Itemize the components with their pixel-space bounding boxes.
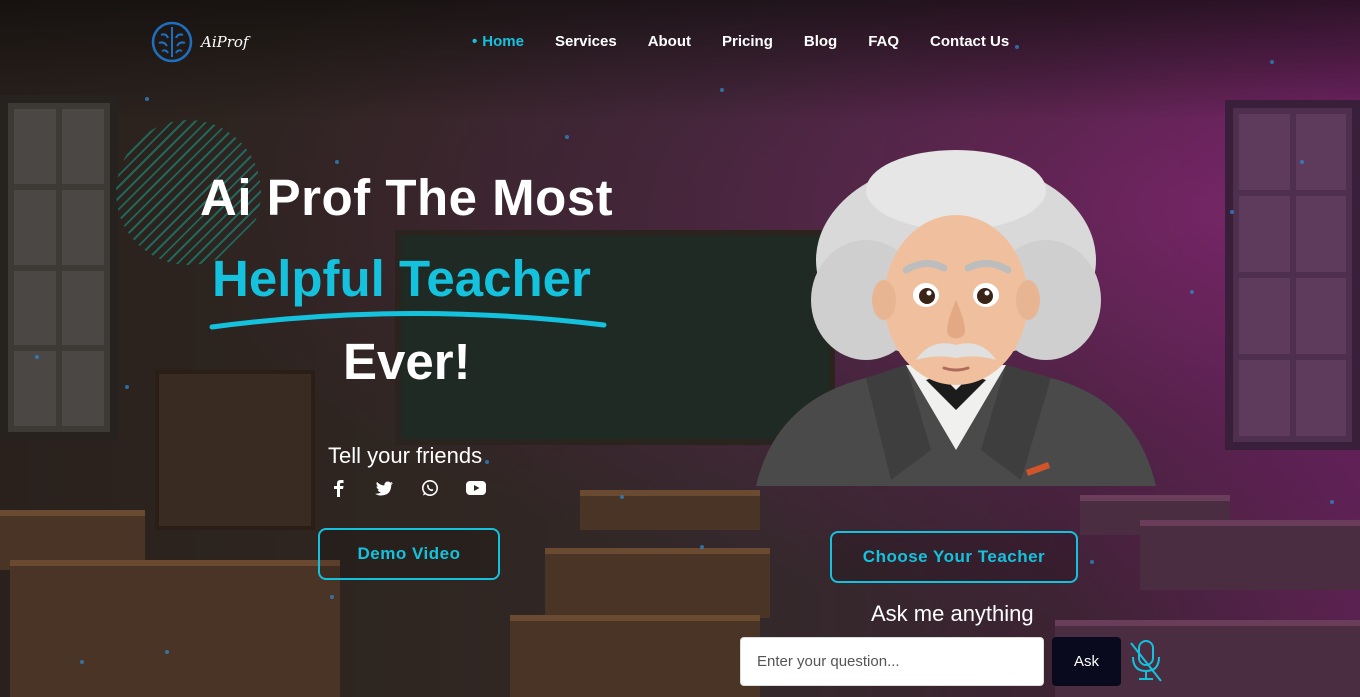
youtube-icon[interactable]: [466, 478, 486, 498]
hero-heading-line1: Ai Prof The Most: [200, 169, 614, 226]
background-desk: [545, 548, 770, 618]
hero-heading-line3: Ever!: [343, 333, 471, 390]
whatsapp-icon[interactable]: [420, 478, 440, 498]
nav-contact-us[interactable]: Contact Us: [930, 33, 1009, 50]
hero-heading-highlight: Helpful Teacher: [212, 250, 591, 307]
nav-blog[interactable]: Blog: [804, 33, 837, 50]
question-input[interactable]: [740, 637, 1044, 686]
choose-teacher-button[interactable]: Choose Your Teacher: [830, 531, 1078, 583]
facebook-icon[interactable]: [328, 478, 348, 498]
nav-faq[interactable]: FAQ: [868, 33, 899, 50]
hero-section: [0, 0, 1360, 697]
background-window-right: [1225, 100, 1360, 450]
professor-avatar-image: [756, 150, 1156, 486]
demo-video-button[interactable]: Demo Video: [318, 528, 500, 580]
brand-logo[interactable]: AiProf: [151, 21, 248, 63]
nav-services[interactable]: Services: [555, 33, 617, 50]
nav-home[interactable]: Home: [472, 33, 524, 50]
share-label: Tell your friends: [328, 443, 483, 468]
ask-me-anything-heading: Ask me anything: [871, 601, 1034, 626]
background-desk: [10, 560, 340, 697]
main-nav: Home Services About Pricing Blog FAQ Con…: [472, 33, 1009, 50]
social-share-links: [328, 478, 486, 498]
background-desk: [510, 615, 760, 697]
background-desk: [1140, 520, 1360, 590]
microphone-icon[interactable]: [1127, 639, 1165, 683]
nav-about[interactable]: About: [648, 33, 691, 50]
nav-pricing[interactable]: Pricing: [722, 33, 773, 50]
background-window-left: [0, 95, 118, 440]
heading-underline-decoration: [209, 311, 607, 330]
background-bookshelf: [155, 370, 315, 530]
background-desk: [580, 490, 760, 530]
brand-name: AiProf: [201, 33, 249, 51]
ask-button[interactable]: Ask: [1052, 637, 1121, 686]
brain-icon: [151, 21, 193, 63]
twitter-icon[interactable]: [374, 478, 394, 498]
